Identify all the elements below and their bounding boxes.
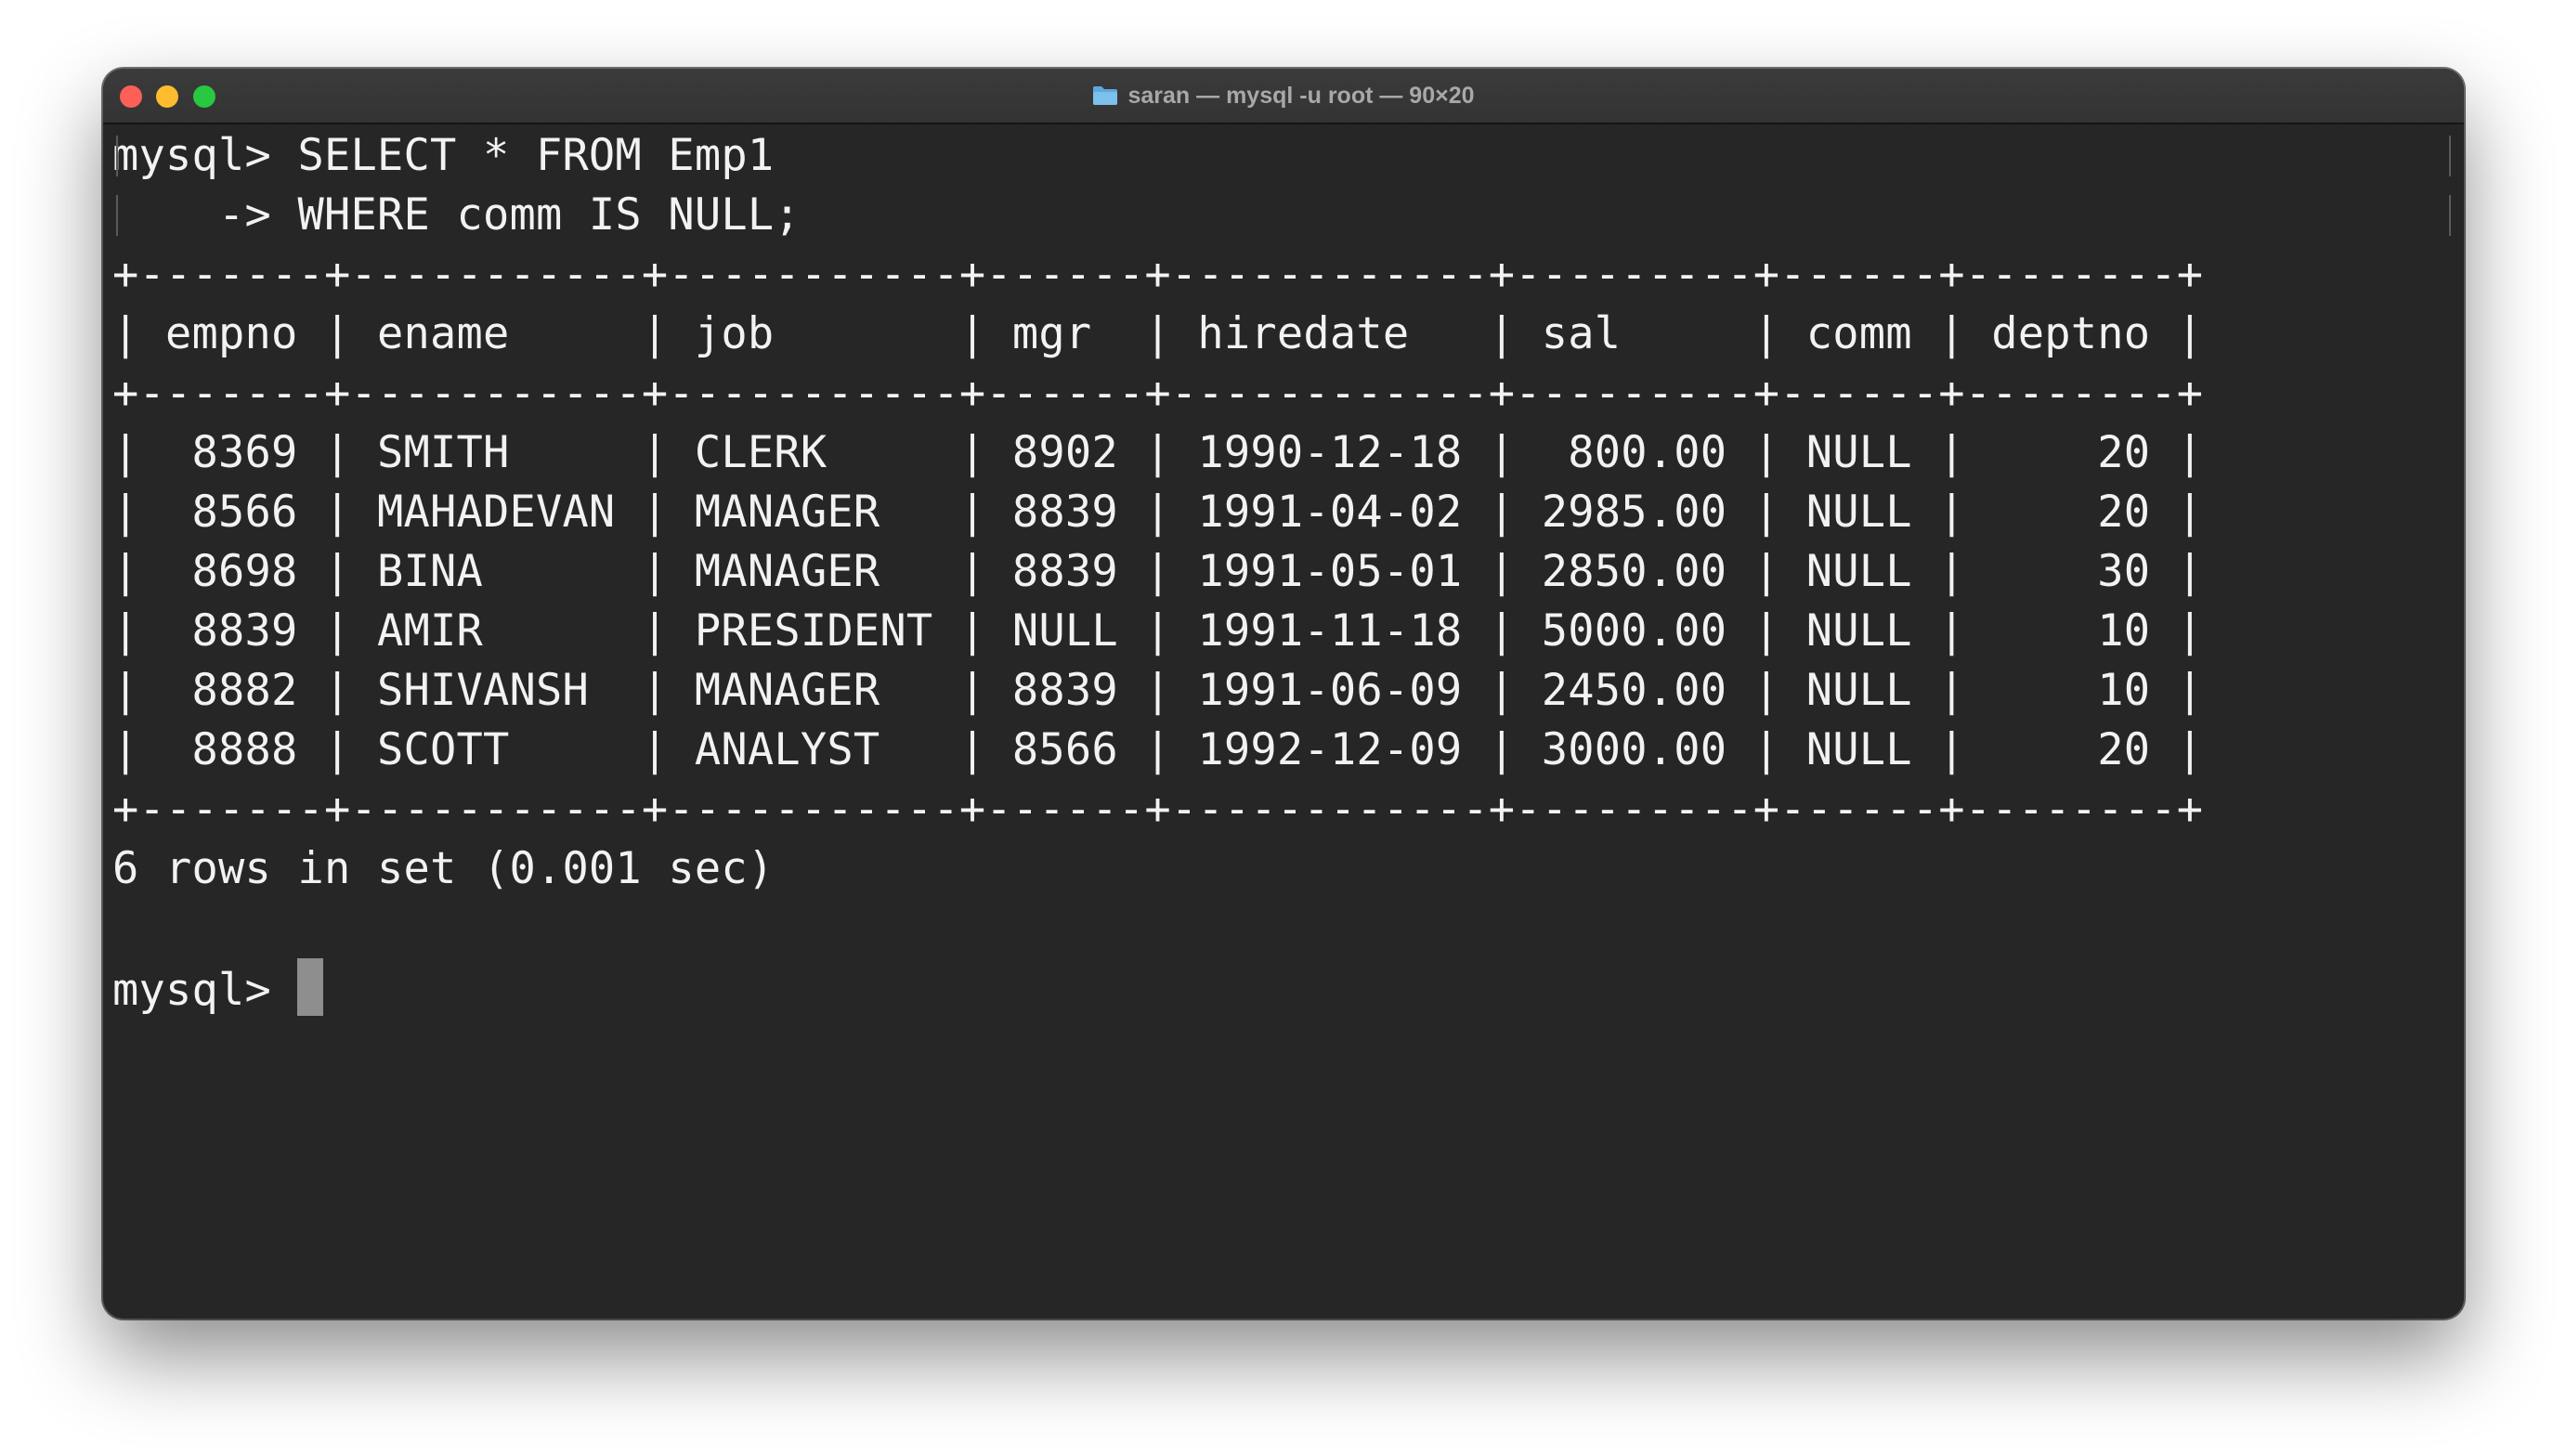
table-border-bottom: +-------+-----------+-----------+------+… — [112, 784, 2204, 835]
prompt-line[interactable]: mysql> — [112, 958, 2455, 1018]
table-row: | 8882 | SHIVANSH | MANAGER | 8839 | 199… — [112, 665, 2204, 716]
result-summary: 6 rows in set (0.001 sec) — [112, 843, 775, 894]
scroll-marker — [116, 195, 118, 236]
scroll-marker — [2449, 136, 2451, 176]
window-title-text: saran — mysql -u root — 90×20 — [1127, 83, 1475, 109]
folder-icon — [1092, 85, 1118, 106]
table-row: | 8888 | SCOTT | ANALYST | 8566 | 1992-1… — [112, 724, 2204, 775]
scroll-marker — [116, 136, 118, 176]
table-border-top: +-------+-----------+-----------+------+… — [112, 249, 2204, 300]
table-row: | 8698 | BINA | MANAGER | 8839 | 1991-05… — [112, 546, 2204, 597]
terminal-output[interactable]: mysql> SELECT * FROM Emp1 -> WHERE comm … — [112, 126, 2455, 1319]
window-title: saran — mysql -u root — 90×20 — [103, 69, 2464, 123]
table-border-header: +-------+-----------+-----------+------+… — [112, 368, 2204, 419]
table-header-row: | empno | ename | job | mgr | hiredate |… — [112, 308, 2204, 359]
prompt: mysql> — [112, 965, 298, 1016]
query-line: mysql> SELECT * FROM Emp1 — [112, 130, 775, 181]
query-continuation-line: -> WHERE comm IS NULL; — [112, 189, 801, 240]
terminal-window: saran — mysql -u root — 90×20 mysql> SEL… — [103, 69, 2464, 1319]
title-bar[interactable]: saran — mysql -u root — 90×20 — [103, 69, 2464, 124]
table-row: | 8369 | SMITH | CLERK | 8902 | 1990-12-… — [112, 427, 2204, 478]
text-cursor — [297, 958, 324, 1016]
table-row: | 8839 | AMIR | PRESIDENT | NULL | 1991-… — [112, 605, 2204, 656]
table-row: | 8566 | MAHADEVAN | MANAGER | 8839 | 19… — [112, 487, 2204, 538]
scroll-marker — [2449, 195, 2451, 236]
